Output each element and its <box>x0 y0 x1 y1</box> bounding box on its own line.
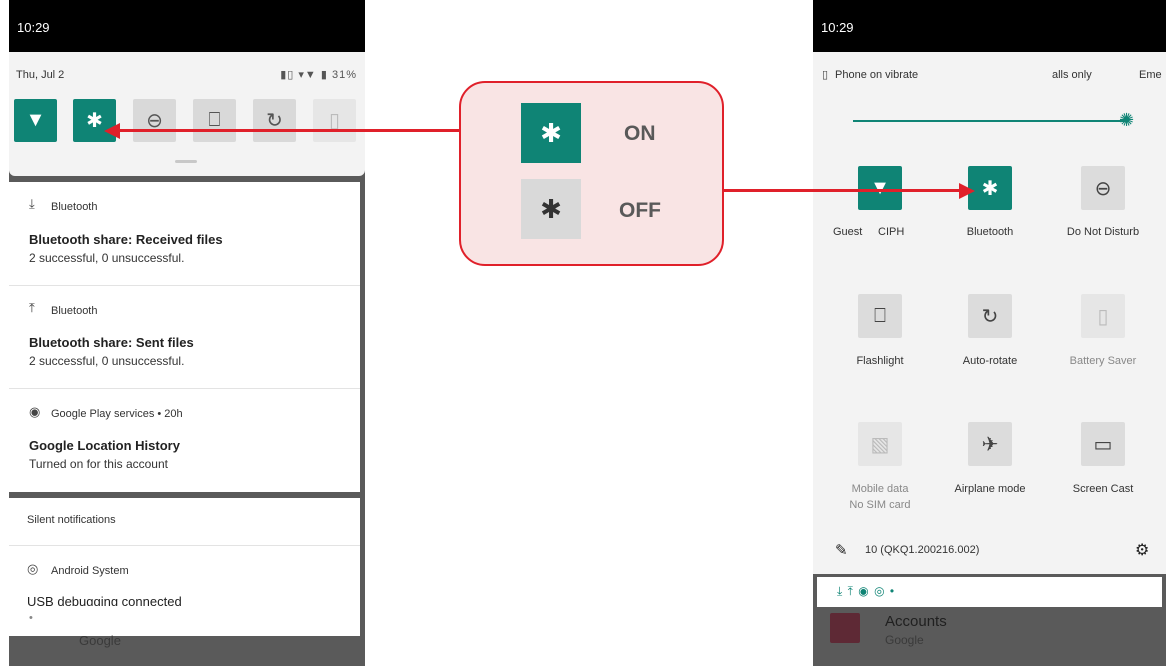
status-time: 10:29 <box>821 20 854 35</box>
vibrate-icon: ▯ <box>822 69 829 81</box>
quick-settings-expanded: ▯ Phone on vibrate alls only Eme ✺ ▼ Gue… <box>813 52 1166 574</box>
status-icons: ▮▯ ▾▼ ▮ 31% <box>280 69 357 81</box>
download-icon: ⤓ <box>29 196 35 211</box>
wifi-icon: ▼ <box>25 109 46 131</box>
bluetooth-icon: ✱ <box>86 110 103 132</box>
date-label: Thu, Jul 2 <box>16 69 65 81</box>
flashlight-tile[interactable]: ⎕ <box>193 99 236 142</box>
notification-app-name: Google Play services • 20h <box>51 408 183 420</box>
mobile-data-sublabel: No SIM card <box>849 499 911 511</box>
bluetooth-on-sample: ✱ <box>521 103 581 163</box>
bluetooth-off-sample: ✱ <box>521 179 581 239</box>
notification-icons-row: ⤓ ⤒ ◉ ◎ • <box>837 584 896 598</box>
notification-title[interactable]: Bluetooth share: Sent files <box>29 335 194 350</box>
mobile-data-label: Mobile data <box>851 483 909 495</box>
arrow-left-head <box>104 123 120 139</box>
brightness-slider[interactable] <box>853 120 1129 122</box>
notification-app-name: Android System <box>51 565 129 577</box>
left-phone-screenshot: 10:29 Thu, Jul 2 ▮▯ ▾▼ ▮ 31% ▼ ✱ ⊖ ⎕ ↻ ▯… <box>9 0 365 666</box>
upload-icon: ⤒ <box>29 300 35 315</box>
wifi-icon: ▼ <box>870 176 890 199</box>
mobile-data-icon: ▧ <box>870 433 890 456</box>
airplane-label: Airplane mode <box>954 483 1026 495</box>
dnd-label: Do Not Disturb <box>1066 226 1140 238</box>
notification-title[interactable]: Google Location History <box>29 438 180 453</box>
divider <box>9 545 360 546</box>
right-phone-screenshot: 10:29 ▯ Phone on vibrate alls only Eme ✺… <box>813 0 1166 666</box>
accounts-app-icon <box>830 613 860 643</box>
notification-text: 2 successful, 0 unsuccessful. <box>29 354 185 368</box>
wifi-tile[interactable]: ▼ <box>858 166 902 210</box>
screen-cast-tile[interactable]: ▭ <box>1081 422 1125 466</box>
arrow-right <box>724 189 969 192</box>
header-calls-text: alls only <box>1052 69 1092 81</box>
wifi-tile[interactable]: ▼ <box>14 99 57 142</box>
dnd-tile[interactable]: ⊖ <box>133 99 176 142</box>
quick-settings-collapsed: Thu, Jul 2 ▮▯ ▾▼ ▮ 31% ▼ ✱ ⊖ ⎕ ↻ ▯ <box>9 52 365 176</box>
divider <box>9 285 360 286</box>
status-bar: 10:29 <box>813 0 1166 52</box>
flashlight-tile[interactable]: ⎕ <box>858 294 902 338</box>
screen-cast-icon: ▭ <box>1093 433 1113 456</box>
location-pin-icon: ◉ <box>29 404 41 419</box>
arrow-left <box>118 129 460 132</box>
auto-rotate-label: Auto-rotate <box>962 355 1018 367</box>
notification-footer: • <box>9 606 360 636</box>
auto-rotate-icon: ↻ <box>981 305 999 328</box>
bluetooth-icon: ✱ <box>540 193 562 224</box>
header-vibrate-text: Phone on vibrate <box>835 69 919 81</box>
dnd-tile[interactable]: ⊖ <box>1081 166 1125 210</box>
screen-cast-label: Screen Cast <box>1072 483 1134 495</box>
divider <box>9 388 360 389</box>
android-system-icon: ◎ <box>27 561 39 576</box>
notification-text: 2 successful, 0 unsuccessful. <box>29 251 185 265</box>
auto-rotate-tile[interactable]: ↻ <box>253 99 296 142</box>
battery-saver-tile[interactable]: ▯ <box>1081 294 1125 338</box>
header-emergency-text: Eme <box>1139 69 1162 81</box>
notification-app-name: Bluetooth <box>51 305 98 317</box>
dnd-icon: ⊖ <box>1094 177 1112 200</box>
wifi-label-prefix: Guest <box>833 226 863 238</box>
settings-gear-icon[interactable]: ⚙ <box>1135 540 1149 560</box>
drag-handle[interactable] <box>175 160 197 163</box>
flashlight-label: Flashlight <box>856 355 904 367</box>
off-label: OFF <box>619 199 661 222</box>
section-header: Silent notifications <box>27 514 116 526</box>
wifi-label: CIPH <box>878 226 905 238</box>
mobile-data-tile[interactable]: ▧ <box>858 422 902 466</box>
bluetooth-icon: ✱ <box>540 117 562 148</box>
flashlight-icon: ⎕ <box>874 304 886 327</box>
bluetooth-icon: ✱ <box>981 177 999 200</box>
notification-title[interactable]: Bluetooth share: Received files <box>29 232 223 247</box>
notification-app-name: Bluetooth <box>51 201 98 213</box>
brightness-icon[interactable]: ✺ <box>1119 110 1134 131</box>
bluetooth-label: Bluetooth <box>966 226 1014 238</box>
behind-subtitle: Google <box>885 633 924 647</box>
silent-notifications-group: Silent notifications ◎ Android System US… <box>9 498 360 609</box>
notification-group: ⤓ Bluetooth Bluetooth share: Received fi… <box>9 182 360 492</box>
collapsed-notification-icons[interactable]: ⤓ ⤒ ◉ ◎ • <box>817 577 1162 607</box>
on-label: ON <box>624 122 656 145</box>
arrow-right-head <box>959 183 975 199</box>
battery-saver-tile[interactable]: ▯ <box>313 99 356 142</box>
auto-rotate-tile[interactable]: ↻ <box>968 294 1012 338</box>
airplane-icon: ✈ <box>981 433 999 456</box>
status-bar: 10:29 <box>9 0 365 52</box>
status-time: 10:29 <box>17 20 50 35</box>
behind-title: Accounts <box>885 613 947 630</box>
build-number: 10 (QKQ1.200216.002) <box>865 544 980 556</box>
overflow-dot: • <box>29 612 33 624</box>
notification-text: Turned on for this account <box>29 457 168 471</box>
behind-text: Google <box>79 633 121 648</box>
battery-saver-label: Battery Saver <box>1069 355 1137 367</box>
battery-saver-icon: ▯ <box>1097 305 1109 328</box>
airplane-tile[interactable]: ✈ <box>968 422 1012 466</box>
bluetooth-state-legend: ✱ ON ✱ OFF <box>459 81 724 266</box>
edit-pencil-icon[interactable]: ✎ <box>835 541 848 559</box>
